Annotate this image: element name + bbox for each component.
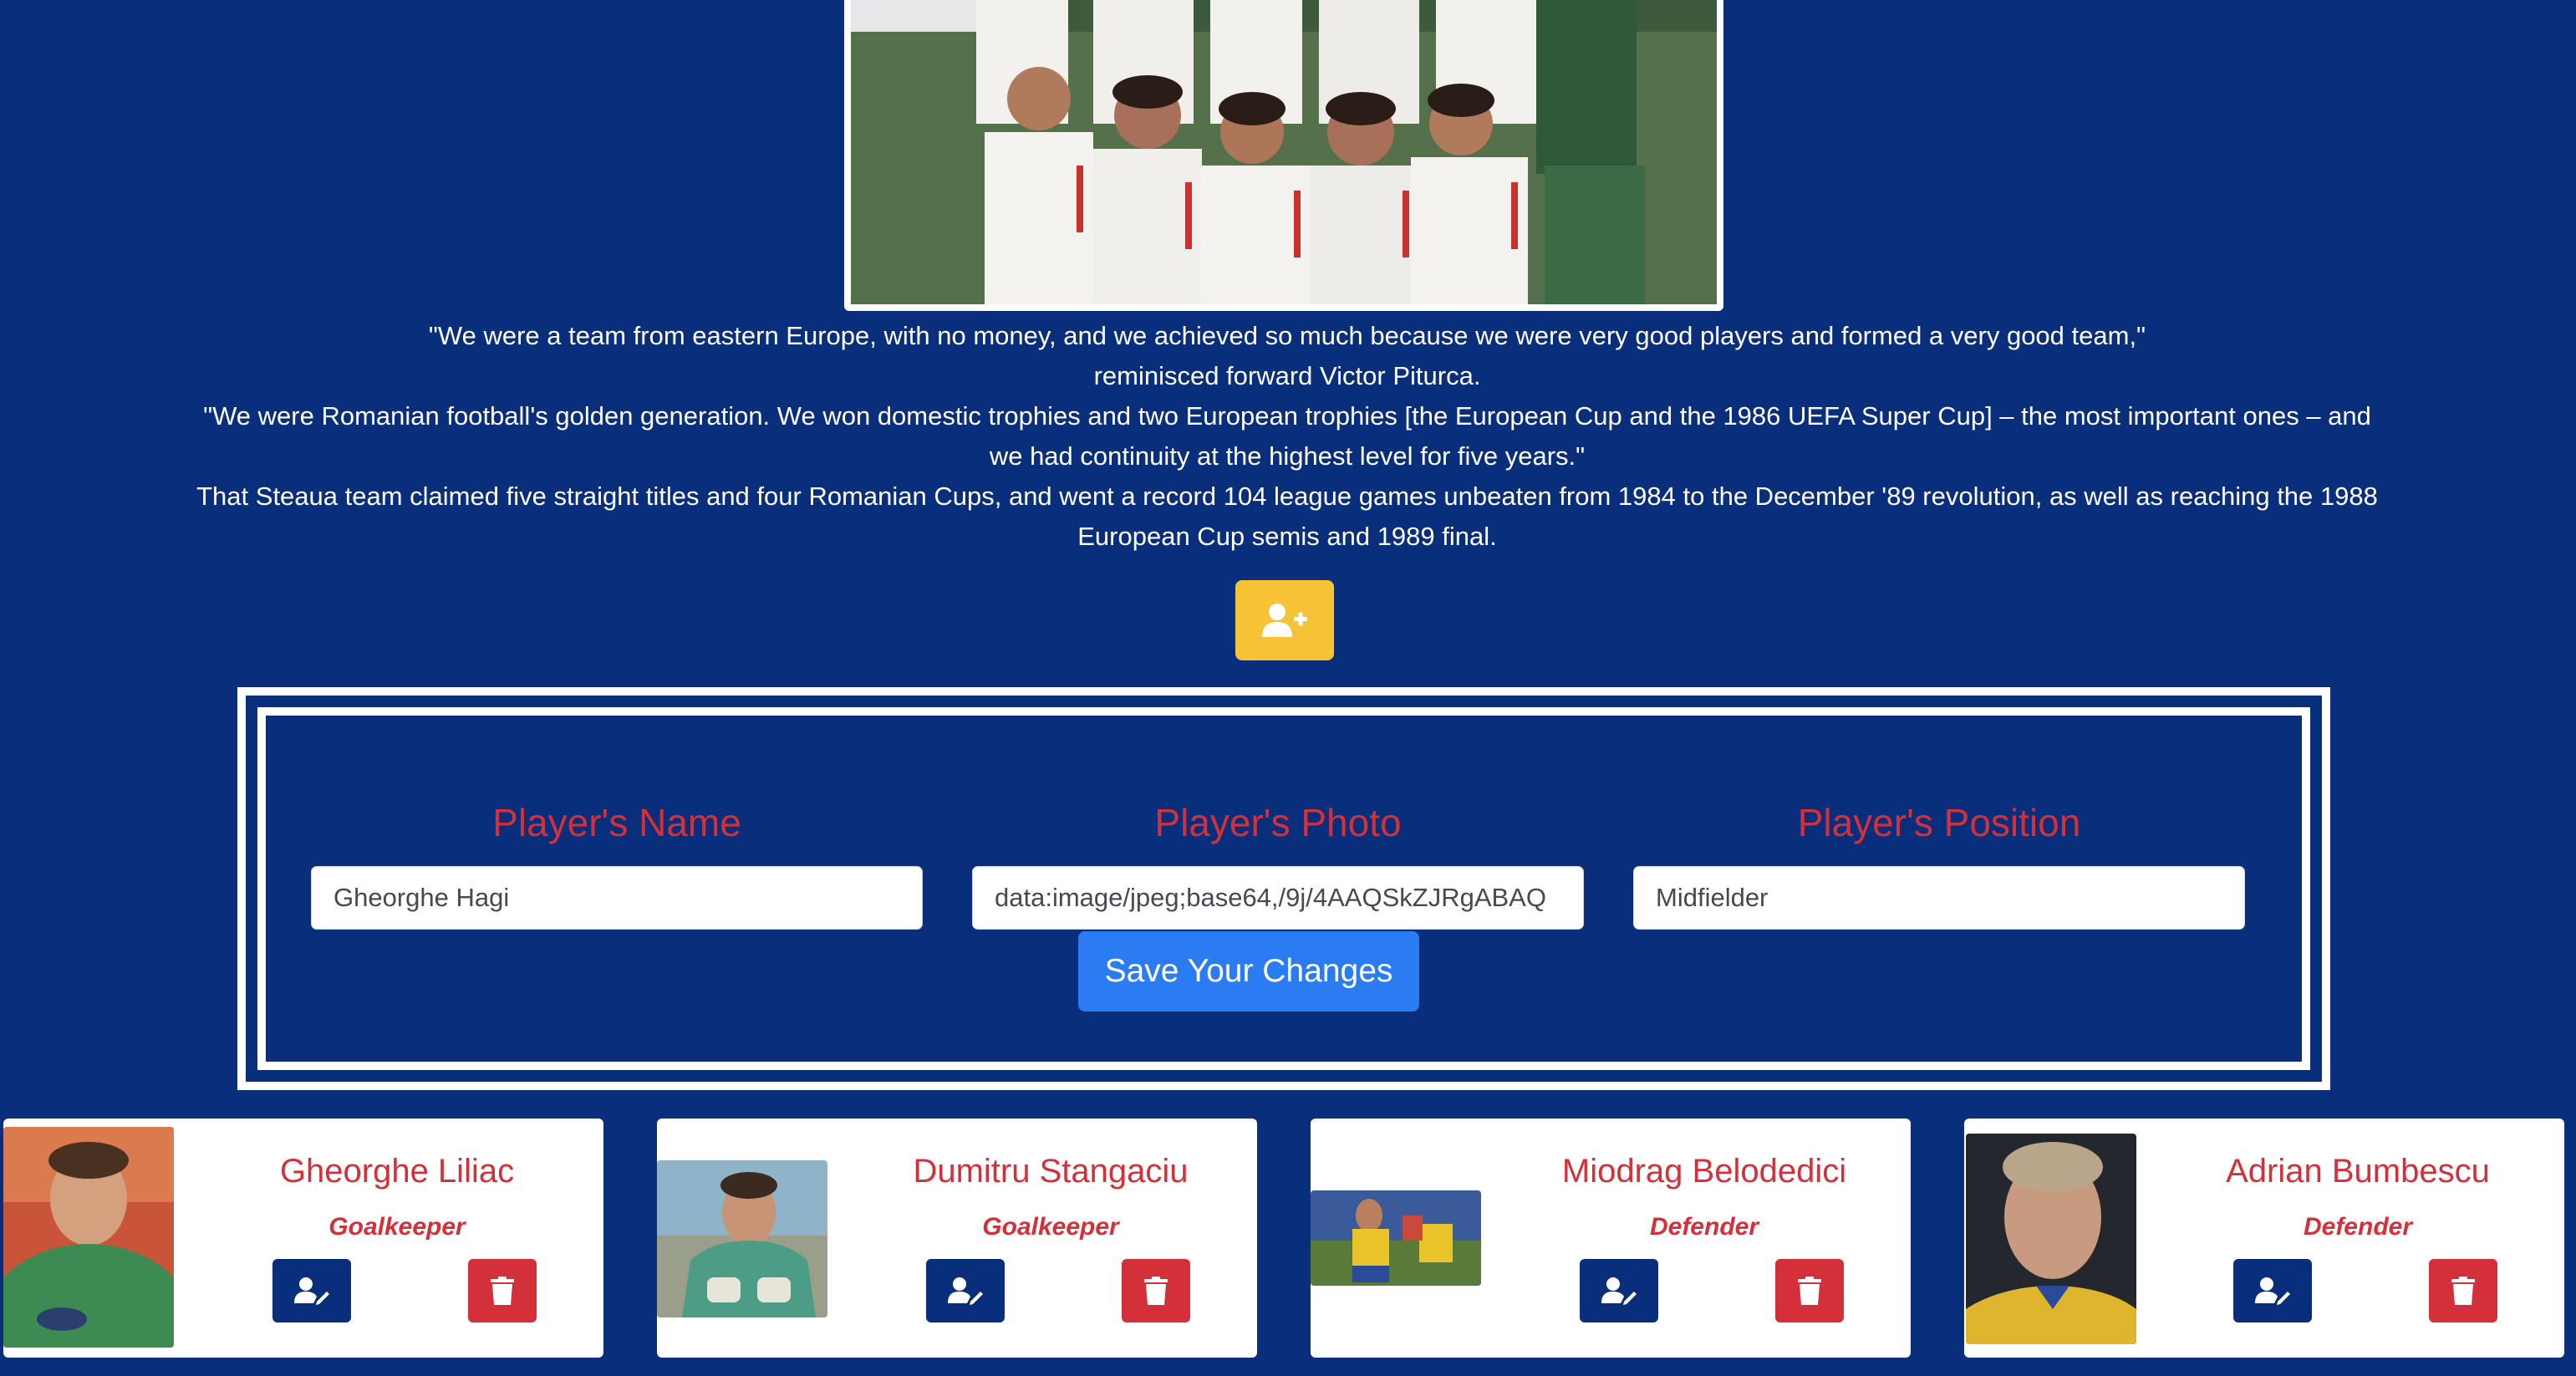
name-input[interactable]: [311, 866, 923, 930]
photo-field-group: Player's Photo: [972, 799, 1584, 930]
player-position: Defender: [2303, 1213, 2413, 1241]
team-photo-image: [851, 0, 1717, 304]
player-photo: [3, 1127, 174, 1348]
player-name: Dumitru Stangaciu: [913, 1153, 1189, 1190]
user-plus-icon: [1262, 604, 1307, 637]
player-position: Goalkeeper: [328, 1213, 466, 1241]
quote-line: That Steaua team claimed five straight t…: [196, 482, 2378, 511]
player-form-frame: Player's Name Player's Photo Player's Po…: [237, 687, 2330, 1090]
delete-player-button[interactable]: [1775, 1259, 1844, 1322]
position-label: Player's Position: [1797, 801, 2081, 844]
trash-icon: [2451, 1277, 2475, 1305]
player-card: Adrian Bumbescu Defender: [1964, 1119, 2564, 1358]
user-edit-icon: [948, 1277, 983, 1305]
player-photo: [1966, 1134, 2136, 1344]
player-name: Gheorghe Liliac: [279, 1153, 515, 1190]
player-photo: [1311, 1190, 1481, 1286]
player-position: Goalkeeper: [982, 1213, 1119, 1241]
delete-player-button[interactable]: [2429, 1259, 2497, 1322]
user-edit-icon: [294, 1277, 329, 1305]
player-position: Defender: [1649, 1213, 1759, 1241]
team-quote: "We were a team from eastern Europe, wit…: [117, 316, 2457, 557]
quote-line: European Cup semis and 1989 final.: [1077, 522, 1497, 551]
player-photo: [657, 1160, 827, 1317]
name-field-group: Player's Name: [311, 799, 923, 930]
edit-player-button[interactable]: [1580, 1259, 1658, 1322]
player-card: Miodrag Belodedici Defender: [1311, 1119, 1911, 1358]
player-card: Gheorghe Liliac Goalkeeper: [3, 1119, 603, 1358]
player-card: Dumitru Stangaciu Goalkeeper: [657, 1119, 1257, 1358]
delete-player-button[interactable]: [1122, 1259, 1190, 1322]
position-field-group: Player's Position: [1633, 799, 2245, 930]
edit-player-button[interactable]: [2233, 1259, 2312, 1322]
quote-line: "We were a team from eastern Europe, wit…: [428, 321, 2146, 350]
quote-line: we had continuity at the highest level f…: [989, 441, 1586, 471]
position-input[interactable]: [1633, 866, 2245, 930]
user-edit-icon: [1601, 1277, 1637, 1305]
trash-icon: [1798, 1277, 1821, 1305]
edit-player-button[interactable]: [272, 1259, 351, 1322]
player-form: Player's Name Player's Photo Player's Po…: [257, 707, 2310, 1070]
user-edit-icon: [2255, 1277, 2290, 1305]
save-changes-button[interactable]: Save Your Changes: [1078, 931, 1419, 1012]
trash-icon: [491, 1277, 514, 1305]
player-name: Adrian Bumbescu: [2226, 1153, 2490, 1190]
photo-input[interactable]: [972, 866, 1584, 930]
player-name: Miodrag Belodedici: [1561, 1153, 1847, 1190]
trash-icon: [1144, 1277, 1168, 1305]
name-label: Player's Name: [492, 801, 741, 844]
add-player-button[interactable]: [1235, 580, 1334, 660]
team-photo: [844, 0, 1723, 311]
delete-player-button[interactable]: [468, 1259, 537, 1322]
player-cards: Gheorghe Liliac Goalkeeper Dumitru Stang…: [0, 1119, 2576, 1359]
edit-player-button[interactable]: [926, 1259, 1005, 1322]
photo-label: Player's Photo: [1154, 801, 1402, 844]
quote-line: "We were Romanian football's golden gene…: [203, 401, 2371, 431]
quote-line: reminisced forward Victor Piturca.: [1093, 361, 1481, 390]
